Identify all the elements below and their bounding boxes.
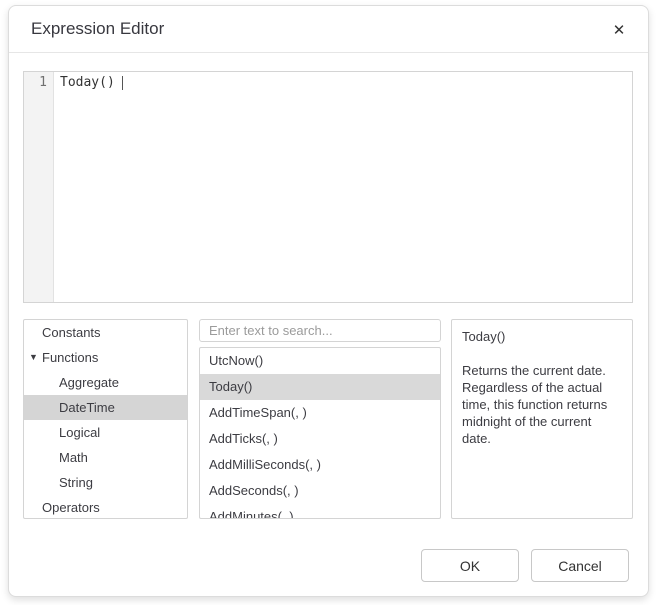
tree-item-datetime[interactable]: DateTime: [24, 395, 187, 420]
cancel-button[interactable]: Cancel: [531, 549, 629, 582]
dialog-header: Expression Editor ✕: [9, 6, 648, 53]
function-search-box: [199, 319, 441, 342]
list-item-addtimespan[interactable]: AddTimeSpan(, ): [200, 400, 440, 426]
search-input[interactable]: [200, 320, 440, 341]
tree-item-functions[interactable]: ▼ Functions: [24, 345, 187, 370]
tree-item-operators[interactable]: Operators: [24, 495, 187, 519]
tree-item-math[interactable]: Math: [24, 445, 187, 470]
dialog-title: Expression Editor: [31, 19, 164, 39]
tree-item-label: Operators: [24, 500, 100, 515]
function-list: UtcNow() Today() AddTimeSpan(, ) AddTick…: [199, 347, 441, 519]
function-description-panel: Today() Returns the current date. Regard…: [451, 319, 633, 519]
tree-item-logical[interactable]: Logical: [24, 420, 187, 445]
line-number-gutter: 1: [24, 72, 54, 302]
list-item-utcnow[interactable]: UtcNow(): [200, 348, 440, 374]
list-item-addticks[interactable]: AddTicks(, ): [200, 426, 440, 452]
tree-item-label: Constants: [24, 325, 101, 340]
expression-code-editor[interactable]: 1 Today(): [23, 71, 633, 303]
text-cursor: [122, 76, 123, 90]
tree-item-label: Aggregate: [24, 375, 119, 390]
tree-item-constants[interactable]: Constants: [24, 320, 187, 345]
list-item-addseconds[interactable]: AddSeconds(, ): [200, 478, 440, 504]
function-description: Returns the current date. Regardless of …: [462, 362, 622, 447]
tree-item-aggregate[interactable]: Aggregate: [24, 370, 187, 395]
close-icon[interactable]: ✕: [606, 17, 632, 43]
list-item-today[interactable]: Today(): [200, 374, 440, 400]
ok-button[interactable]: OK: [421, 549, 519, 582]
list-item-addmilliseconds[interactable]: AddMilliSeconds(, ): [200, 452, 440, 478]
chevron-down-icon[interactable]: ▼: [29, 352, 38, 362]
tree-item-label: String: [24, 475, 93, 490]
expression-editor-dialog: Expression Editor ✕ 1 Today() Constants …: [8, 5, 649, 597]
code-text: Today(): [60, 75, 115, 90]
function-signature: Today(): [462, 328, 622, 345]
list-item-addminutes[interactable]: AddMinutes(, ): [200, 504, 440, 519]
line-number: 1: [39, 75, 47, 90]
category-tree: Constants ▼ Functions Aggregate DateTime…: [23, 319, 188, 519]
tree-item-label: Math: [24, 450, 88, 465]
tree-item-label: Logical: [24, 425, 100, 440]
tree-item-label: DateTime: [24, 400, 115, 415]
code-area[interactable]: Today(): [54, 72, 632, 302]
tree-item-string[interactable]: String: [24, 470, 187, 495]
